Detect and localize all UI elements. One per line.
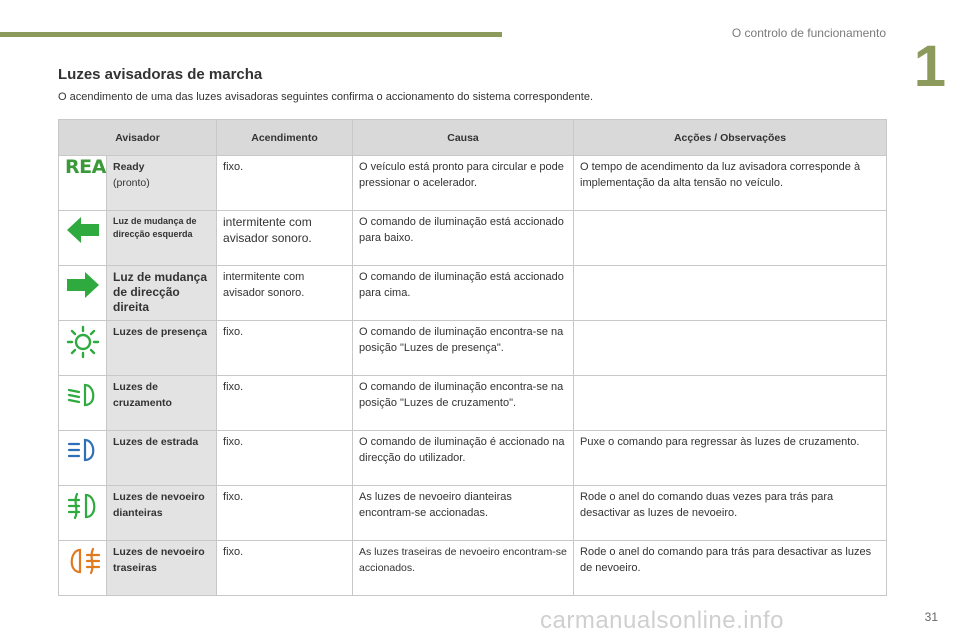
- lighting-cell: fixo.: [216, 430, 354, 486]
- page-title: Luzes avisadoras de marcha: [58, 66, 263, 83]
- warning-lights-table: Avisador Acendimento Causa Acções / Obse…: [57, 119, 888, 596]
- cause-cell: O comando de iluminação encontra-se na p…: [352, 320, 575, 376]
- lighting-cell: fixo.: [216, 540, 354, 596]
- column-header-causa: Causa: [352, 119, 575, 156]
- warning-name: Luzes de estrada: [105, 430, 218, 486]
- watermark: carmanualsonline.info: [540, 607, 784, 634]
- column-header-accoes: Acções / Observações: [573, 119, 888, 156]
- icon-cell: READY: [58, 155, 107, 211]
- header-accent-bar: [0, 32, 502, 37]
- action-cell: [573, 265, 888, 321]
- lighting-cell: fixo.: [216, 375, 354, 431]
- lighting-cell: intermitente com avisador sonoro.: [216, 265, 354, 321]
- cause-cell: O comando de iluminação está accionado p…: [352, 265, 575, 321]
- icon-cell: [58, 265, 107, 321]
- lighting-cell: fixo.: [216, 320, 354, 376]
- page-number: 31: [924, 610, 938, 624]
- action-cell: Puxe o comando para regressar às luzes d…: [573, 430, 888, 486]
- lighting-cell: fixo.: [216, 485, 354, 541]
- icon-cell: [58, 320, 107, 376]
- warning-name: Luzes de cruzamento: [105, 375, 218, 431]
- warning-name-cell: Ready (pronto): [105, 155, 218, 211]
- icon-cell: [58, 485, 107, 541]
- left-turn-arrow-icon: [67, 217, 99, 243]
- icon-cell: [58, 540, 107, 596]
- page-intro: O acendimento de uma das luzes avisadora…: [58, 91, 594, 103]
- warning-name: Luz de mudança de direcção direita: [105, 265, 218, 321]
- column-header-acendimento: Acendimento: [216, 119, 354, 156]
- chapter-number: 1: [913, 34, 946, 99]
- lighting-cell: fixo.: [216, 155, 354, 211]
- cause-cell: O comando de iluminação é accionado na d…: [352, 430, 575, 486]
- action-cell: Rode o anel do comando duas vezes para t…: [573, 485, 888, 541]
- warning-name: Luzes de nevoeiro dianteiras: [105, 485, 218, 541]
- table-row: Luzes de presença fixo. O comando de ilu…: [58, 320, 888, 376]
- table-row: Luzes de nevoeiro traseiras fixo. As luz…: [58, 540, 888, 596]
- cause-cell: As luzes traseiras de nevoeiro encontram…: [352, 540, 575, 596]
- warning-name-sub: (pronto): [113, 176, 150, 189]
- rear-fog-icon: [70, 547, 101, 575]
- ready-icon: READY: [65, 156, 106, 178]
- action-cell: [573, 320, 888, 376]
- table-header-row: Avisador Acendimento Causa Acções / Obse…: [57, 119, 888, 156]
- lighting-cell: intermitente com avisador sonoro.: [216, 210, 354, 266]
- action-cell: Rode o anel do comando para trás para de…: [573, 540, 888, 596]
- front-fog-icon: [67, 492, 96, 520]
- table-row: Luzes de cruzamento fixo. O comando de i…: [58, 375, 888, 431]
- table-row: READY Ready (pronto) fixo. O veículo est…: [58, 155, 888, 211]
- right-turn-arrow-icon: [67, 272, 99, 298]
- dipped-beam-icon: [67, 383, 95, 407]
- table-row: Luz de mudança de direcção esquerda inte…: [58, 210, 888, 266]
- table-row: Luz de mudança de direcção direita inter…: [58, 265, 888, 321]
- action-cell: O tempo de acendimento da luz avisadora …: [573, 155, 888, 211]
- cause-cell: O comando de iluminação encontra-se na p…: [352, 375, 575, 431]
- action-cell: [573, 210, 888, 266]
- icon-cell: [58, 430, 107, 486]
- sidelights-icon: [66, 325, 100, 359]
- icon-cell: [58, 210, 107, 266]
- warning-name: Luz de mudança de direcção esquerda: [105, 210, 218, 266]
- cause-cell: O veículo está pronto para circular e po…: [352, 155, 575, 211]
- section-title: O controlo de funcionamento: [731, 26, 886, 40]
- warning-name: Luzes de presença: [105, 320, 218, 376]
- warning-name: Ready: [113, 161, 145, 173]
- cause-cell: As luzes de nevoeiro dianteiras encontra…: [352, 485, 575, 541]
- main-beam-icon: [67, 438, 95, 462]
- table-row: Luzes de estrada fixo. O comando de ilum…: [58, 430, 888, 486]
- icon-cell: [58, 375, 107, 431]
- table-row: Luzes de nevoeiro dianteiras fixo. As lu…: [58, 485, 888, 541]
- column-header-avisador: Avisador: [57, 119, 218, 156]
- cause-cell: O comando de iluminação está accionado p…: [352, 210, 575, 266]
- action-cell: [573, 375, 888, 431]
- warning-name: Luzes de nevoeiro traseiras: [105, 540, 218, 596]
